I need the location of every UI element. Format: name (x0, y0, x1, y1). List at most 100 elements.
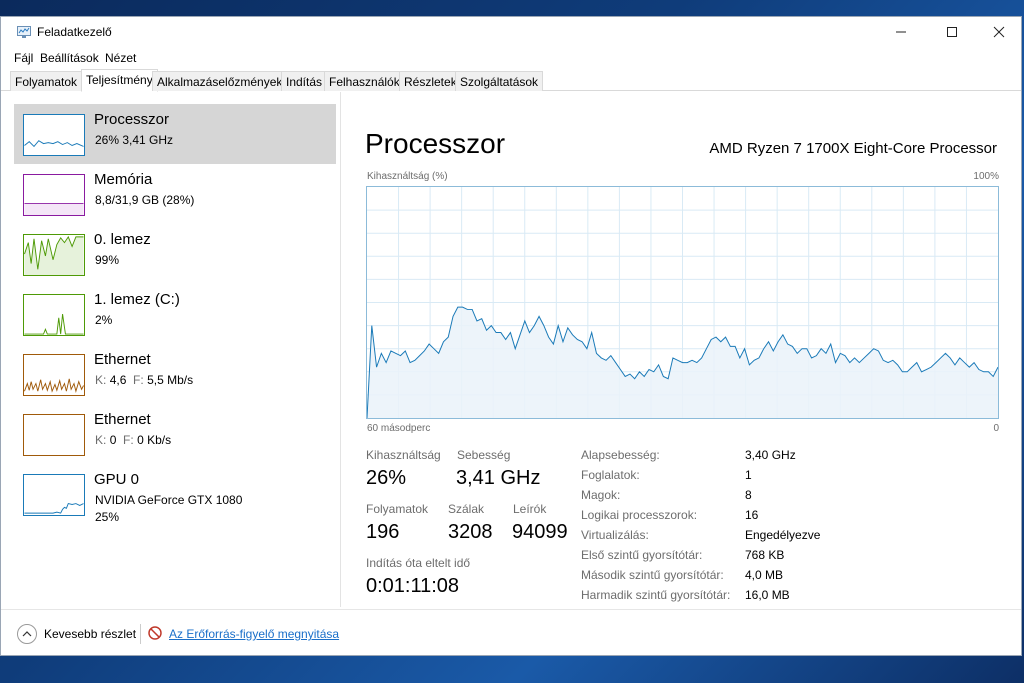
info-key: Első szintű gyorsítótár: (581, 548, 703, 562)
utilization-label: Kihasználtság (366, 448, 441, 462)
graph-x-left-label: 60 másodperc (367, 423, 431, 434)
graph-y-label: Kihasználtság (%) (367, 171, 448, 182)
resource-name: Memória (94, 171, 153, 188)
resource-value: 25% (95, 510, 120, 524)
info-key: Harmadik szintű gyorsítótár: (581, 588, 731, 602)
threads-value: 3208 (448, 521, 493, 543)
menu-file[interactable]: Fájl (14, 51, 33, 65)
footer-divider (140, 624, 141, 644)
tab-services[interactable]: Szolgáltatások (455, 71, 544, 91)
tab-bar: Folyamatok Teljesítmény Alkalmazáselőzmé… (1, 69, 1021, 92)
uptime-label: Indítás óta eltelt idő (366, 556, 471, 570)
page-title: Processzor (365, 128, 506, 159)
info-value: 1 (745, 468, 752, 482)
cpu-model-name: AMD Ryzen 7 1700X Eight-Core Processor (709, 140, 997, 157)
processes-label: Folyamatok (366, 502, 429, 516)
ethernet2-thumbnail-graph (23, 414, 85, 456)
info-value: 16,0 MB (745, 588, 790, 602)
close-button[interactable] (976, 17, 1022, 47)
resource-name: GPU 0 (94, 471, 140, 488)
minimize-icon (896, 31, 906, 33)
send-value: 4,6 (109, 373, 127, 387)
cpu-utilization-graph (366, 186, 999, 419)
tab-users[interactable]: Felhasználók (324, 71, 405, 91)
info-value: Engedélyezve (745, 528, 821, 542)
info-value: 768 KB (745, 548, 785, 562)
utilization-value: 26% (366, 467, 407, 489)
speed-value: 3,41 GHz (456, 467, 541, 489)
send-label: K: (95, 433, 107, 447)
task-manager-window: Feladatkezelő Fájl Beállítások Nézet Fol… (0, 16, 1022, 656)
resource-list: Processzor 26% 3,41 GHz Memória 8,8/31,9… (1, 92, 341, 607)
gpu-model: NVIDIA GeForce GTX 1080 (95, 493, 243, 507)
receive-value: 5,5 Mb/s (147, 373, 194, 387)
handles-value: 94099 (512, 521, 568, 543)
resource-name: Ethernet (94, 351, 151, 368)
disk0-thumbnail-graph (23, 234, 85, 276)
resource-gpu-0[interactable]: GPU 0 NVIDIA GeForce GTX 1080 25% (14, 464, 336, 524)
resource-name: Processzor (94, 111, 170, 128)
receive-label: F: (133, 373, 144, 387)
send-value: 0 (109, 433, 117, 447)
receive-value: 0 Kb/s (137, 433, 172, 447)
info-value: 4,0 MB (745, 568, 784, 582)
resource-cpu[interactable]: Processzor 26% 3,41 GHz (14, 104, 336, 164)
cpu-detail-panel: Processzor AMD Ryzen 7 1700X Eight-Core … (341, 92, 1021, 607)
tab-startup[interactable]: Indítás (281, 71, 328, 91)
info-key: Foglalatok: (581, 468, 640, 482)
resource-name: 0. lemez (94, 231, 151, 248)
window-title: Feladatkezelő (37, 25, 112, 39)
footer-bar: Kevesebb részlet Az Erőforrás-figyelő me… (1, 609, 1021, 655)
info-key: Magok: (581, 488, 621, 502)
disk1-thumbnail-graph (23, 294, 85, 336)
fewer-details-button[interactable] (17, 624, 37, 644)
resource-monitor-icon (148, 626, 162, 640)
handles-label: Leírók (513, 502, 547, 516)
maximize-icon (947, 27, 957, 37)
cpu-thumbnail-graph (23, 114, 85, 156)
processes-value: 196 (366, 521, 400, 543)
info-key: Logikai processzorok: (581, 508, 698, 522)
resource-disk-0[interactable]: 0. lemez 99% (14, 224, 336, 284)
fewer-details-label[interactable]: Kevesebb részlet (44, 627, 136, 641)
open-resource-monitor-link[interactable]: Az Erőforrás-figyelő megnyitása (169, 627, 339, 641)
resource-value: 26% 3,41 GHz (95, 133, 174, 147)
task-manager-icon (17, 26, 31, 38)
resource-disk-1[interactable]: 1. lemez (C:) 2% (14, 284, 336, 344)
resource-value: K: 0 F: 0 Kb/s (95, 433, 171, 447)
resource-value: 8,8/31,9 GB (28%) (95, 193, 195, 207)
info-value: 8 (745, 488, 752, 502)
graph-x-right-label: 0 (993, 423, 999, 434)
ethernet1-thumbnail-graph (23, 354, 85, 396)
resource-memory[interactable]: Memória 8,8/31,9 GB (28%) (14, 164, 336, 224)
speed-label: Sebesség (457, 448, 511, 462)
receive-label: F: (123, 433, 134, 447)
resource-value: 99% (95, 253, 120, 267)
info-value: 3,40 GHz (745, 448, 796, 462)
tab-performance[interactable]: Teljesítmény (81, 69, 158, 92)
info-key: Alapsebesség: (581, 448, 660, 462)
tab-processes[interactable]: Folyamatok (10, 71, 83, 91)
info-key: Második szintű gyorsítótár: (581, 568, 724, 582)
resource-ethernet-2[interactable]: Ethernet K: 0 F: 0 Kb/s (14, 404, 336, 464)
chevron-up-icon (22, 631, 32, 637)
uptime-value: 0:01:11:08 (366, 575, 460, 597)
resource-ethernet-1[interactable]: Ethernet K: 4,6 F: 5,5 Mb/s (14, 344, 336, 404)
threads-label: Szálak (448, 502, 485, 516)
info-value: 16 (745, 508, 759, 522)
gpu-thumbnail-graph (23, 474, 85, 516)
menu-view[interactable]: Nézet (105, 51, 136, 65)
tab-details[interactable]: Részletek (399, 71, 462, 91)
maximize-button[interactable] (929, 17, 975, 47)
info-key: Virtualizálás: (581, 528, 649, 542)
tab-app-history[interactable]: Alkalmazáselőzmények (152, 71, 288, 91)
close-icon (993, 26, 1005, 38)
resource-name: Ethernet (94, 411, 151, 428)
graph-y-max-label: 100% (973, 171, 999, 182)
send-label: K: (95, 373, 107, 387)
menu-options[interactable]: Beállítások (40, 51, 99, 65)
memory-thumbnail-graph (23, 174, 85, 216)
minimize-button[interactable] (878, 17, 924, 47)
resource-value: K: 4,6 F: 5,5 Mb/s (95, 373, 193, 387)
resource-value: 2% (95, 313, 113, 327)
